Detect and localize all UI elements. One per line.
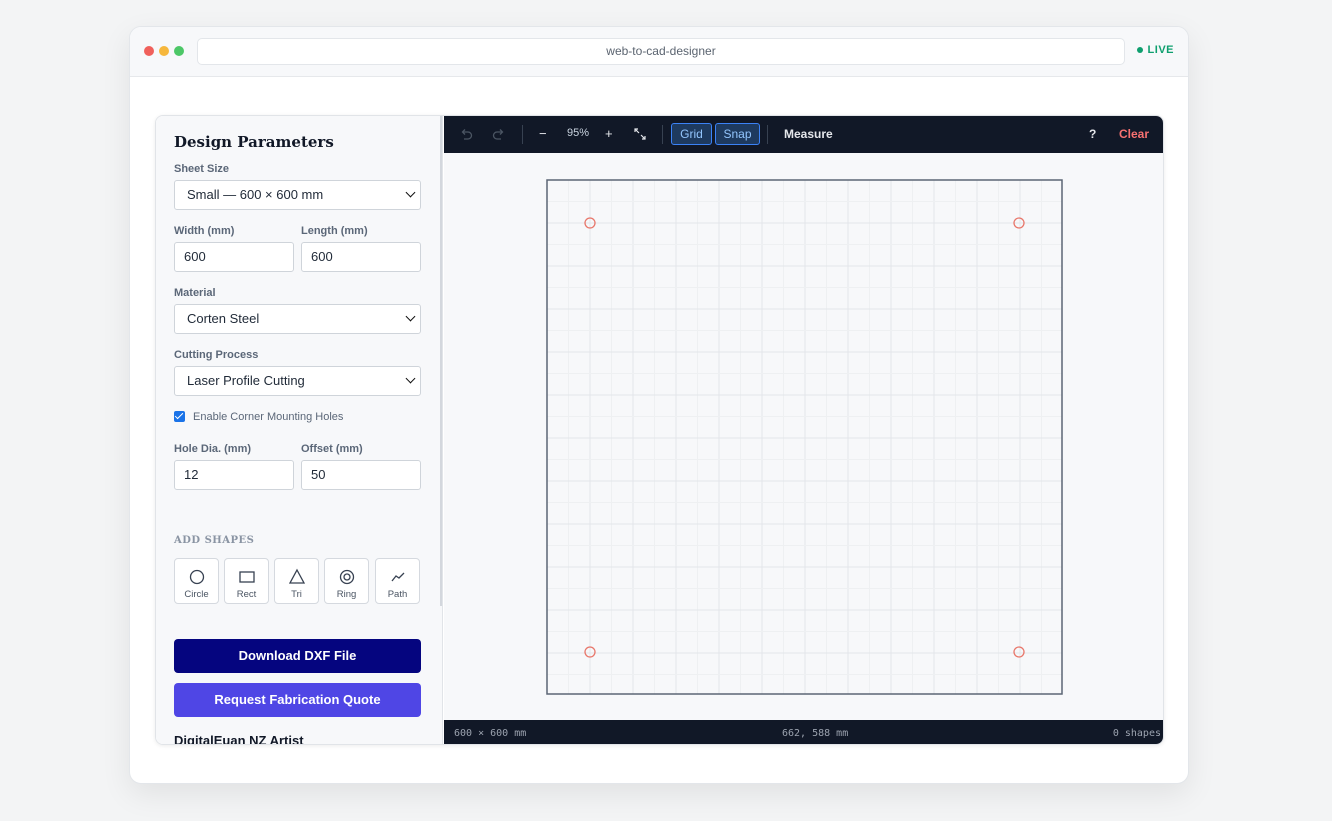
browser-window: web-to-cad-designer LIVE Design Paramete… (129, 26, 1189, 784)
status-sheet-size: 600 × 600 mm (454, 728, 527, 739)
toolbar-divider (767, 125, 768, 144)
chevron-down-icon (405, 311, 416, 322)
live-label: LIVE (1147, 44, 1174, 56)
shape-label: Tri (291, 589, 302, 600)
live-dot-icon (1136, 47, 1143, 53)
canvas-grid (547, 180, 1062, 694)
add-path-button[interactable]: Path (375, 558, 420, 604)
sidebar-scrollbar[interactable] (440, 116, 442, 606)
measure-button[interactable]: Measure (784, 127, 833, 141)
width-label: Width (mm) (174, 225, 235, 237)
length-label: Length (mm) (301, 225, 368, 237)
minimize-dot[interactable] (159, 46, 169, 56)
fit-icon[interactable] (634, 128, 646, 140)
corner-holes-checkbox[interactable] (174, 411, 185, 422)
shape-label: Ring (336, 589, 357, 600)
circle-icon (189, 569, 205, 585)
status-cursor-position: 662, 588 mm (782, 728, 849, 739)
sheet-size-value: Small — 600 × 600 mm (187, 187, 324, 202)
ring-icon (339, 569, 355, 585)
toolbar-divider (522, 125, 523, 144)
design-canvas[interactable] (444, 153, 1164, 720)
sheet-size-select[interactable]: Small — 600 × 600 mm (174, 180, 421, 210)
zoom-out-button[interactable]: − (539, 126, 547, 141)
add-triangle-button[interactable]: Tri (274, 558, 319, 604)
chevron-down-icon (405, 187, 416, 198)
chevron-down-icon (405, 373, 416, 384)
hole-dia-input[interactable]: 12 (174, 460, 294, 490)
download-dxf-button[interactable]: Download DXF File (174, 639, 421, 673)
brand-name: DigitalEuan NZ Artist (174, 733, 304, 745)
status-shape-count: 0 shapes (1113, 728, 1161, 739)
material-label: Material (174, 287, 216, 299)
zoom-in-button[interactable]: + (605, 126, 613, 141)
rect-icon (239, 571, 255, 583)
url-bar[interactable]: web-to-cad-designer (197, 38, 1125, 65)
clear-button[interactable]: Clear (1119, 127, 1149, 141)
sidebar-title: Design Parameters (174, 133, 334, 151)
request-quote-button[interactable]: Request Fabrication Quote (174, 683, 421, 717)
triangle-icon (288, 568, 306, 584)
help-button[interactable]: ? (1089, 127, 1096, 141)
process-label: Cutting Process (174, 349, 259, 361)
browser-chrome: web-to-cad-designer LIVE (130, 27, 1188, 77)
canvas-toolbar: − 95% + Grid Snap Measure ? Clear (444, 116, 1163, 153)
toolbar-divider (662, 125, 663, 144)
close-dot[interactable] (144, 46, 154, 56)
canvas-area: − 95% + Grid Snap Measure ? Clear 600 × … (444, 116, 1164, 744)
shape-label: Rect (236, 589, 257, 600)
offset-label: Offset (mm) (301, 443, 363, 455)
path-icon (391, 572, 405, 582)
length-input[interactable]: 600 (301, 242, 421, 272)
maximize-dot[interactable] (174, 46, 184, 56)
material-value: Corten Steel (187, 311, 260, 326)
live-badge: LIVE (1136, 44, 1174, 56)
zoom-level: 95% (567, 127, 590, 139)
add-ring-button[interactable]: Ring (324, 558, 369, 604)
add-circle-button[interactable]: Circle (174, 558, 219, 604)
process-value: Laser Profile Cutting (187, 373, 305, 388)
shape-count-text: 0 shapes (1112, 728, 1161, 739)
add-rect-button[interactable]: Rect (224, 558, 269, 604)
snap-toggle[interactable]: Snap (715, 123, 760, 145)
undo-icon[interactable] (460, 128, 473, 141)
shape-label: Circle (184, 589, 209, 600)
mounting-hole (1013, 646, 1025, 658)
add-shapes-heading: ADD SHAPES (174, 535, 255, 546)
redo-icon[interactable] (492, 128, 505, 141)
material-select[interactable]: Corten Steel (174, 304, 421, 334)
corner-holes-label: Enable Corner Mounting Holes (193, 411, 344, 423)
grid-toggle[interactable]: Grid (671, 123, 712, 145)
parameters-sidebar: Design Parameters Sheet Size Small — 600… (156, 116, 443, 745)
shape-label: Path (387, 589, 408, 600)
process-select[interactable]: Laser Profile Cutting (174, 366, 421, 396)
offset-input[interactable]: 50 (301, 460, 421, 490)
width-input[interactable]: 600 (174, 242, 294, 272)
sheet-size-label: Sheet Size (174, 163, 230, 175)
hole-dia-label: Hole Dia. (mm) (174, 443, 252, 455)
cad-app: Design Parameters Sheet Size Small — 600… (155, 115, 1164, 745)
status-bar: 600 × 600 mm 662, 588 mm 0 shapes (444, 720, 1163, 744)
